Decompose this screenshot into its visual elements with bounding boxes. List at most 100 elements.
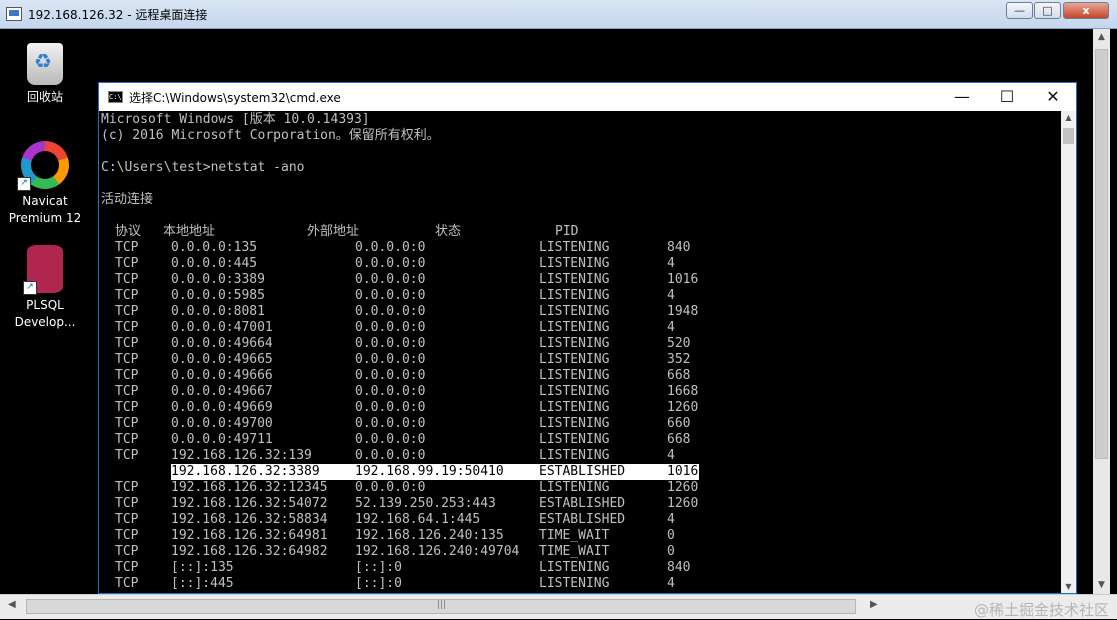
shortcut-arrow-icon: ↗ (23, 281, 37, 295)
rdp-close-button[interactable]: x (1063, 2, 1109, 19)
column-header-pid: PID (555, 224, 579, 239)
local-address-cell: 0.0.0.0:49666 (171, 368, 273, 383)
rdp-maximize-button[interactable]: □ (1034, 2, 1061, 19)
cmd-vertical-scrollbar[interactable]: ▲ ▼ (1061, 111, 1076, 593)
foreign-address-cell: 192.168.99.19:50410 (355, 464, 504, 479)
protocol-cell: TCP (115, 320, 139, 335)
scroll-left-arrow-icon[interactable]: ◀ (8, 599, 16, 610)
state-cell: LISTENING (539, 256, 610, 271)
scroll-thumb[interactable]: ||| (26, 599, 856, 614)
remote-desktop-icon (6, 7, 22, 21)
pid-cell: 1260 (667, 480, 699, 495)
desktop-icon-navicat[interactable]: ↗ Navicat Premium 12 (5, 141, 85, 227)
cmd-minimize-button[interactable]: — (942, 86, 982, 108)
scroll-down-arrow-icon[interactable]: ▼ (1061, 582, 1076, 591)
protocol-cell: TCP (115, 288, 139, 303)
console-line: 活动连接 (101, 192, 154, 207)
protocol-cell: TCP (115, 448, 139, 463)
cmd-window[interactable]: C:\ 选择C:\Windows\system32\cmd.exe — ☐ ✕ … (98, 82, 1077, 594)
state-cell: LISTENING (539, 288, 610, 303)
state-cell: TIME_WAIT (539, 528, 610, 543)
protocol-cell: TCP (115, 496, 139, 511)
pid-cell: 4 (667, 448, 675, 463)
navicat-icon: ↗ (17, 141, 69, 191)
local-address-cell: 192.168.126.32:54072 (171, 496, 328, 511)
scroll-up-arrow-icon[interactable]: ▲ (1093, 29, 1110, 46)
local-address-cell: 192.168.126.32:12345 (171, 480, 328, 495)
foreign-address-cell: 0.0.0.0:0 (355, 432, 426, 447)
rdp-titlebar[interactable]: 192.168.126.32 - 远程桌面连接 — □ x (0, 0, 1117, 29)
cmd-close-button[interactable]: ✕ (1033, 86, 1073, 108)
state-cell: LISTENING (539, 352, 610, 367)
pid-cell: 1948 (667, 304, 699, 319)
pid-cell: 840 (667, 240, 691, 255)
state-cell: LISTENING (539, 400, 610, 415)
desktop-icon-recycle-bin[interactable]: 回收站 (5, 39, 85, 106)
state-cell: LISTENING (539, 416, 610, 431)
protocol-cell: TCP (115, 240, 139, 255)
state-cell: LISTENING (539, 336, 610, 351)
foreign-address-cell: 192.168.126.240:135 (355, 528, 504, 543)
foreign-address-cell: 0.0.0.0:0 (355, 400, 426, 415)
pid-cell: 4 (667, 512, 675, 527)
state-cell: ESTABLISHED (539, 496, 626, 511)
pid-cell: 0 (667, 528, 675, 543)
scroll-thumb[interactable] (1063, 128, 1074, 144)
pid-cell: 4 (667, 256, 675, 271)
grip-icon: ||| (437, 600, 447, 610)
desktop-icon-label: Navicat Premium 12 (8, 194, 82, 225)
foreign-address-cell: 0.0.0.0:0 (355, 288, 426, 303)
local-address-cell: 0.0.0.0:47001 (171, 320, 273, 335)
pid-cell: 668 (667, 368, 691, 383)
pid-cell: 840 (667, 560, 691, 575)
scroll-thumb[interactable] (1095, 49, 1108, 459)
local-address-cell: 0.0.0.0:5985 (171, 288, 265, 303)
protocol-cell: TCP (115, 416, 139, 431)
local-address-cell: 0.0.0.0:49664 (171, 336, 273, 351)
state-cell: LISTENING (539, 304, 610, 319)
rdp-vertical-scrollbar[interactable]: ▲ ▼ (1093, 29, 1110, 594)
state-cell: LISTENING (539, 368, 610, 383)
cmd-maximize-button[interactable]: ☐ (987, 86, 1027, 108)
protocol-cell: TCP (115, 512, 139, 527)
protocol-cell: TCP (115, 384, 139, 399)
rdp-minimize-button[interactable]: — (1006, 2, 1033, 19)
state-cell: ESTABLISHED (539, 512, 626, 527)
column-header-state: 状态 (435, 224, 462, 239)
foreign-address-cell: 0.0.0.0:0 (355, 272, 426, 287)
state-cell: LISTENING (539, 272, 610, 287)
pid-cell: 0 (667, 544, 675, 559)
protocol-cell: TCP (115, 576, 139, 591)
foreign-address-cell: 0.0.0.0:0 (355, 352, 426, 367)
pid-cell: 1016 (667, 464, 699, 479)
state-cell: LISTENING (539, 320, 610, 335)
foreign-address-cell: 52.139.250.253:443 (355, 496, 496, 511)
state-cell: TIME_WAIT (539, 544, 610, 559)
protocol-cell: TCP (115, 464, 139, 479)
protocol-cell: TCP (115, 272, 139, 287)
pid-cell: 1260 (667, 400, 699, 415)
protocol-cell: TCP (115, 304, 139, 319)
protocol-cell: TCP (115, 560, 139, 575)
rdp-window-title: 192.168.126.32 - 远程桌面连接 (28, 8, 208, 22)
console-output[interactable]: Microsoft Windows [版本 10.0.14393] (c) 20… (99, 111, 1061, 593)
foreign-address-cell: 0.0.0.0:0 (355, 304, 426, 319)
scroll-up-arrow-icon[interactable]: ▲ (1061, 113, 1076, 122)
protocol-cell: TCP (115, 400, 139, 415)
pid-cell: 520 (667, 336, 691, 351)
foreign-address-cell: 0.0.0.0:0 (355, 448, 426, 463)
local-address-cell: 0.0.0.0:3389 (171, 272, 265, 287)
foreign-address-cell: 0.0.0.0:0 (355, 368, 426, 383)
scroll-down-arrow-icon[interactable]: ▼ (1093, 577, 1110, 594)
foreign-address-cell: 192.168.126.240:49704 (355, 544, 520, 559)
local-address-cell: 0.0.0.0:445 (171, 256, 258, 271)
scroll-right-arrow-icon[interactable]: ▶ (870, 599, 878, 610)
cmd-titlebar[interactable]: C:\ 选择C:\Windows\system32\cmd.exe — ☐ ✕ (99, 83, 1076, 111)
rdp-horizontal-scrollbar[interactable]: ◀ ||| ▶ @稀土掘金技术社区 (0, 594, 1117, 619)
state-cell: LISTENING (539, 240, 610, 255)
protocol-cell: TCP (115, 544, 139, 559)
foreign-address-cell: 0.0.0.0:0 (355, 240, 426, 255)
pid-cell: 352 (667, 352, 691, 367)
desktop-icon-plsql[interactable]: ↗ PLSQL Develop... (5, 245, 85, 331)
local-address-cell: 0.0.0.0:8081 (171, 304, 265, 319)
